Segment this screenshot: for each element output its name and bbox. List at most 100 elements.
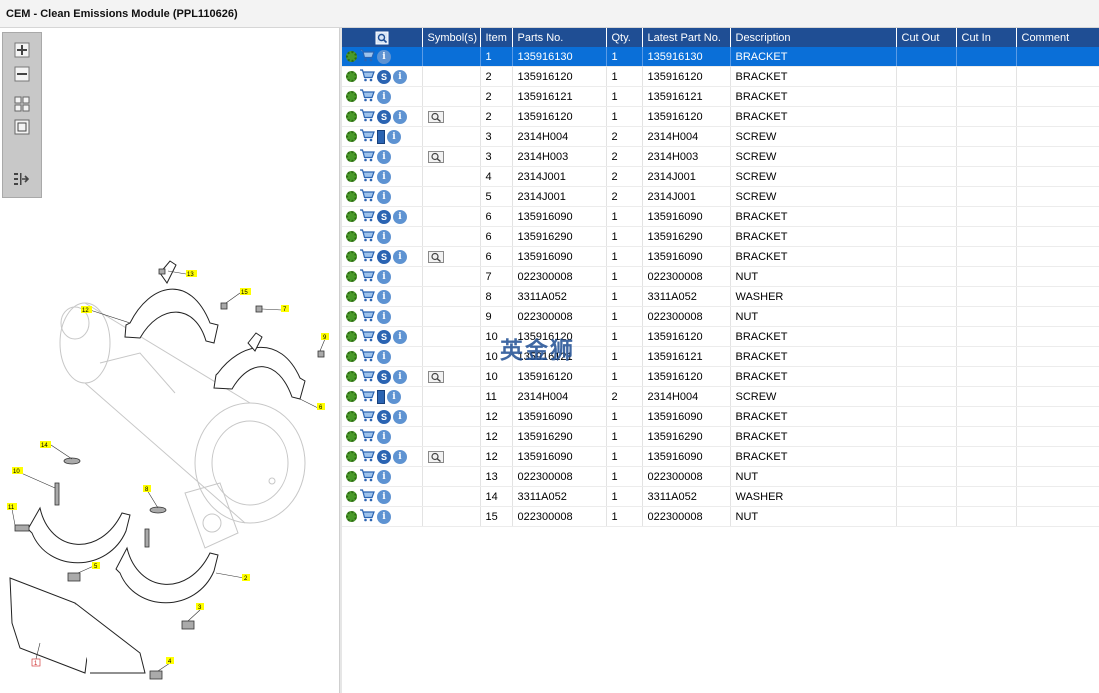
- parts-no-cell[interactable]: 3311A052: [512, 286, 607, 307]
- table-row[interactable]: i 10 135916121 1 135916121 BRACKET: [342, 346, 1099, 367]
- gear-icon[interactable]: [346, 371, 357, 382]
- column-header-qty[interactable]: Qty.: [606, 28, 643, 47]
- info-icon[interactable]: i: [377, 189, 391, 204]
- description-cell[interactable]: BRACKET: [730, 106, 897, 127]
- symbol-cell[interactable]: [422, 266, 481, 287]
- cut-out-cell[interactable]: [896, 126, 957, 147]
- shopping-cart-icon[interactable]: [359, 48, 375, 65]
- cut-in-cell[interactable]: [956, 86, 1017, 107]
- comment-cell[interactable]: [1016, 426, 1099, 447]
- comment-cell[interactable]: [1016, 386, 1099, 407]
- info-icon[interactable]: i: [393, 329, 407, 344]
- description-cell[interactable]: BRACKET: [730, 426, 897, 447]
- row-action-icons[interactable]: Si: [342, 326, 423, 347]
- column-header-latest-part-no[interactable]: Latest Part No.: [642, 28, 731, 47]
- cut-out-cell[interactable]: [896, 406, 957, 427]
- item-cell[interactable]: 2: [480, 66, 513, 87]
- supersession-icon[interactable]: S: [377, 409, 391, 424]
- column-header-cut-out[interactable]: Cut Out: [896, 28, 957, 47]
- table-row[interactable]: Si 6 135916090 1 135916090 BRACKET: [342, 206, 1099, 227]
- shopping-cart-icon[interactable]: [359, 148, 375, 165]
- description-cell[interactable]: BRACKET: [730, 66, 897, 87]
- symbol-cell[interactable]: [422, 506, 481, 527]
- cut-out-cell[interactable]: [896, 326, 957, 347]
- table-row[interactable]: i 7 022300008 1 022300008 NUT: [342, 266, 1099, 287]
- comment-cell[interactable]: [1016, 406, 1099, 427]
- gear-icon[interactable]: [346, 351, 357, 362]
- gear-icon[interactable]: [346, 471, 357, 482]
- table-row[interactable]: i 14 3311A052 1 3311A052 WASHER: [342, 486, 1099, 507]
- shopping-cart-icon[interactable]: [359, 248, 375, 265]
- actual-size-button[interactable]: [12, 118, 32, 136]
- comment-cell[interactable]: [1016, 466, 1099, 487]
- info-icon[interactable]: i: [377, 289, 391, 304]
- gear-icon[interactable]: [346, 491, 357, 502]
- cut-in-cell[interactable]: [956, 426, 1017, 447]
- qty-cell[interactable]: 1: [606, 286, 643, 307]
- gear-icon[interactable]: [346, 331, 357, 342]
- row-action-icons[interactable]: Si: [342, 246, 423, 267]
- manual-book-icon[interactable]: [377, 129, 385, 144]
- cut-in-cell[interactable]: [956, 266, 1017, 287]
- gear-icon[interactable]: [346, 111, 357, 122]
- row-action-icons[interactable]: Si: [342, 446, 423, 467]
- comment-cell[interactable]: [1016, 486, 1099, 507]
- latest-part-no-cell[interactable]: 022300008: [642, 306, 731, 327]
- gear-icon[interactable]: [346, 51, 357, 62]
- table-row[interactable]: i 3 2314H004 2 2314H004 SCREW: [342, 126, 1099, 147]
- shopping-cart-icon[interactable]: [359, 288, 375, 305]
- supersession-icon[interactable]: S: [377, 449, 391, 464]
- latest-part-no-cell[interactable]: 3311A052: [642, 286, 731, 307]
- symbol-cell[interactable]: [422, 66, 481, 87]
- row-action-icons[interactable]: Si: [342, 406, 423, 427]
- comment-cell[interactable]: [1016, 246, 1099, 267]
- qty-cell[interactable]: 1: [606, 246, 643, 267]
- latest-part-no-cell[interactable]: 135916090: [642, 446, 731, 467]
- cut-out-cell[interactable]: [896, 506, 957, 527]
- symbol-cell[interactable]: [422, 106, 481, 127]
- row-action-icons[interactable]: Si: [342, 66, 423, 87]
- row-action-icons[interactable]: i: [342, 286, 423, 307]
- gear-icon[interactable]: [346, 431, 357, 442]
- shopping-cart-icon[interactable]: [359, 388, 375, 405]
- cut-out-cell[interactable]: [896, 166, 957, 187]
- latest-part-no-cell[interactable]: 135916121: [642, 346, 731, 367]
- symbol-cell[interactable]: [422, 166, 481, 187]
- row-action-icons[interactable]: i: [342, 126, 423, 147]
- parts-no-cell[interactable]: 135916130: [512, 47, 607, 67]
- qty-cell[interactable]: 1: [606, 486, 643, 507]
- comment-cell[interactable]: [1016, 506, 1099, 527]
- table-row[interactable]: i 5 2314J001 2 2314J001 SCREW: [342, 186, 1099, 207]
- cut-in-cell[interactable]: [956, 146, 1017, 167]
- latest-part-no-cell[interactable]: 2314J001: [642, 166, 731, 187]
- gear-icon[interactable]: [346, 411, 357, 422]
- row-action-icons[interactable]: i: [342, 346, 423, 367]
- comment-cell[interactable]: [1016, 446, 1099, 467]
- cut-out-cell[interactable]: [896, 246, 957, 267]
- symbol-cell[interactable]: [422, 47, 481, 67]
- info-icon[interactable]: i: [393, 109, 407, 124]
- parts-no-cell[interactable]: 135916120: [512, 106, 607, 127]
- comment-cell[interactable]: [1016, 86, 1099, 107]
- item-cell[interactable]: 13: [480, 466, 513, 487]
- shopping-cart-icon[interactable]: [359, 168, 375, 185]
- row-action-icons[interactable]: Si: [342, 366, 423, 387]
- item-cell[interactable]: 12: [480, 406, 513, 427]
- shopping-cart-icon[interactable]: [359, 408, 375, 425]
- row-action-icons[interactable]: i: [342, 466, 423, 487]
- symbol-cell[interactable]: [422, 426, 481, 447]
- symbol-cell[interactable]: [422, 486, 481, 507]
- cut-in-cell[interactable]: [956, 206, 1017, 227]
- latest-part-no-cell[interactable]: 022300008: [642, 506, 731, 527]
- supersession-icon[interactable]: S: [377, 109, 391, 124]
- gear-icon[interactable]: [346, 191, 357, 202]
- description-cell[interactable]: BRACKET: [730, 366, 897, 387]
- info-icon[interactable]: i: [377, 509, 391, 524]
- item-cell[interactable]: 12: [480, 426, 513, 447]
- parts-no-cell[interactable]: 022300008: [512, 506, 607, 527]
- gear-icon[interactable]: [346, 291, 357, 302]
- description-cell[interactable]: WASHER: [730, 486, 897, 507]
- description-cell[interactable]: SCREW: [730, 146, 897, 167]
- cut-in-cell[interactable]: [956, 446, 1017, 467]
- item-cell[interactable]: 5: [480, 186, 513, 207]
